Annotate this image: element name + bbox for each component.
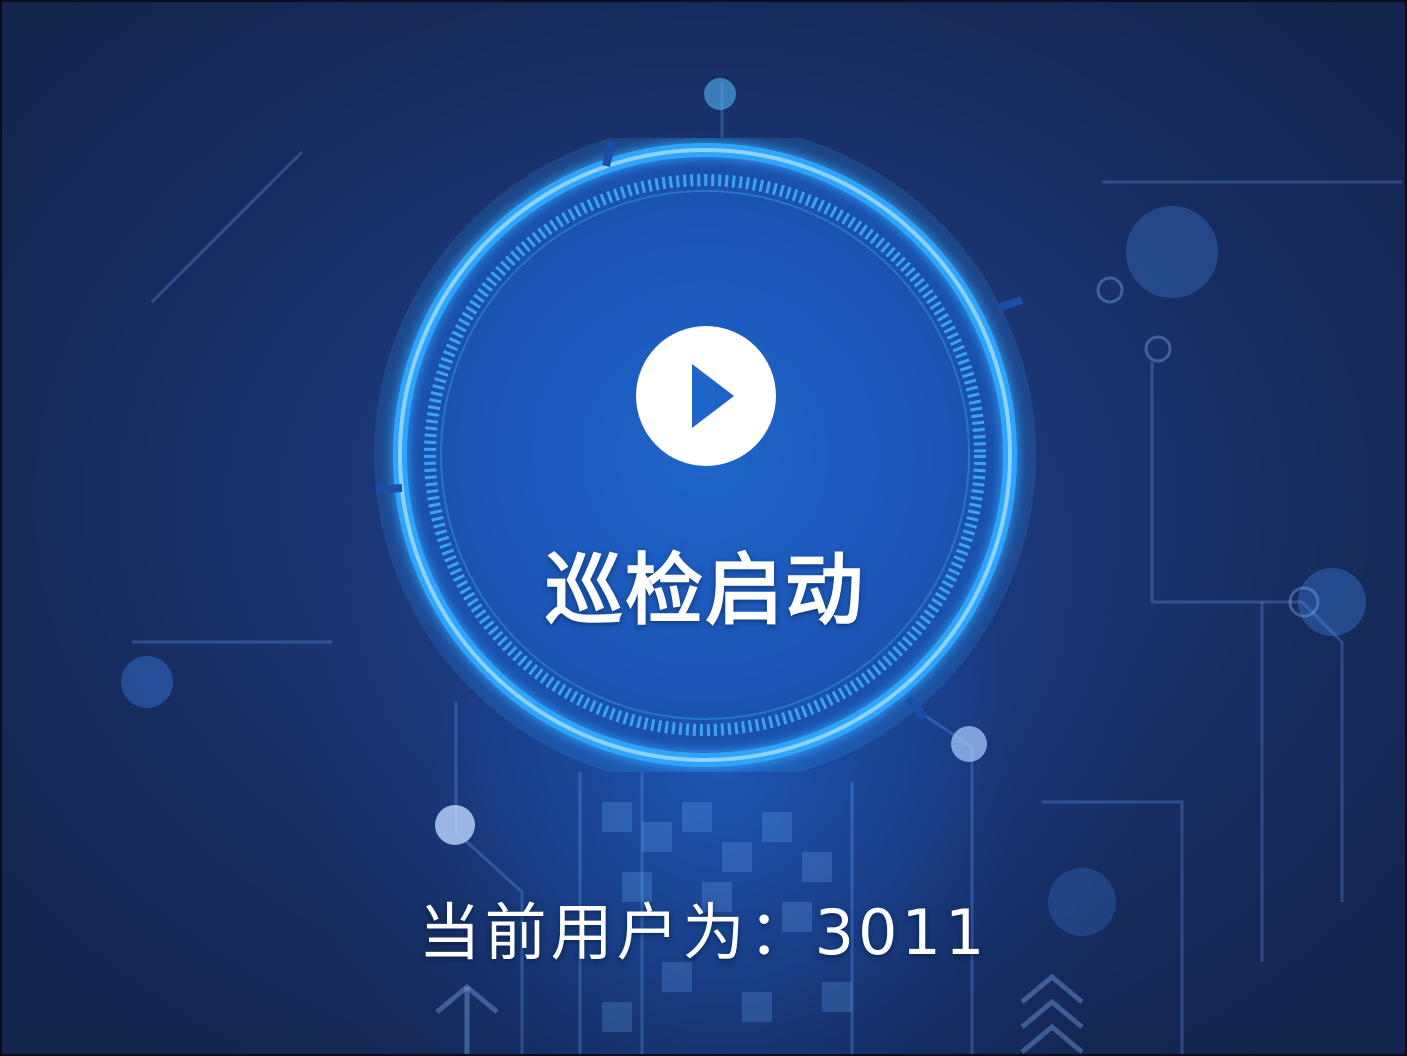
current-user-prefix: 当前用户为： xyxy=(418,896,815,969)
play-icon xyxy=(636,326,776,466)
start-button-label: 巡检启动 xyxy=(544,546,865,636)
patrol-start-button[interactable]: 巡检启动 xyxy=(368,138,1042,772)
current-user-id: 3011 xyxy=(814,896,989,969)
current-user-status: 当前用户为：3011 xyxy=(2,882,1405,972)
patrol-start-screen: 巡检启动 当前用户为：3011 xyxy=(0,0,1407,1056)
